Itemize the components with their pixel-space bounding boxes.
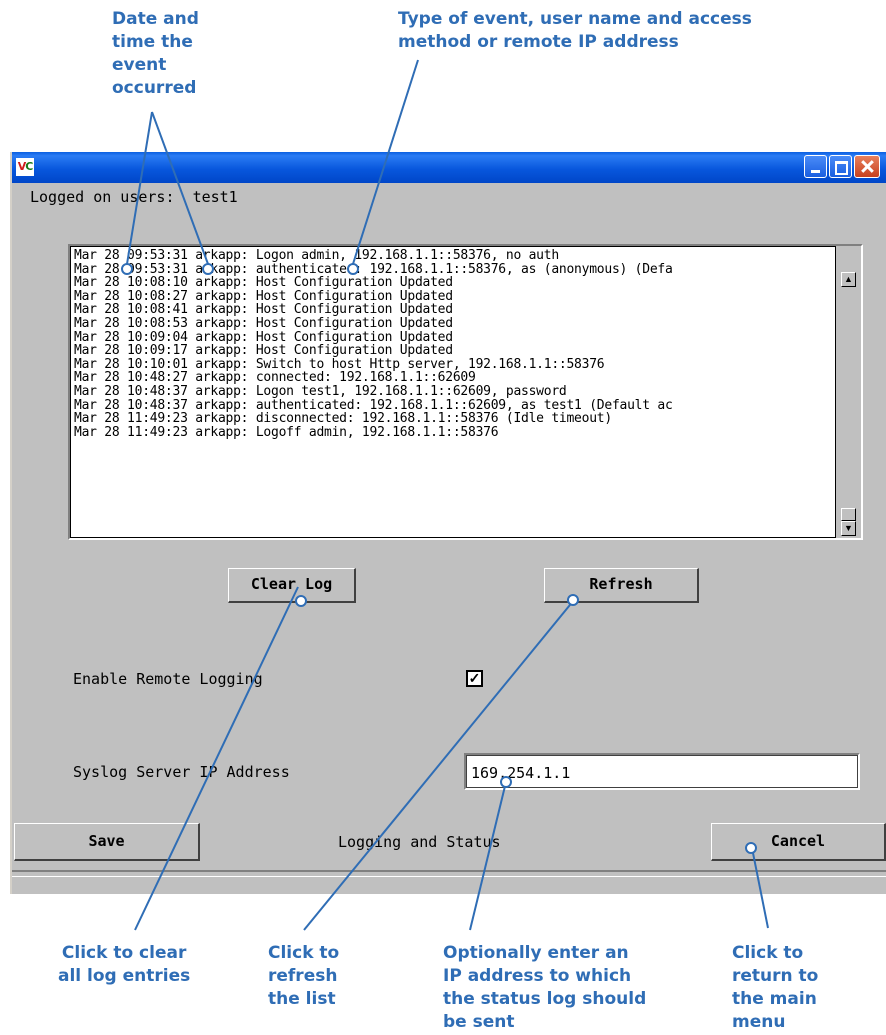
callout-line: Type of event, user name and access — [398, 9, 752, 29]
log-line: Mar 28 11:49:23 arkapp: Logoff admin, 19… — [74, 424, 499, 440]
log-line: Mar 28 10:48:27 arkapp: connected: 192.1… — [74, 370, 476, 386]
callout-line: Optionally enter an — [443, 943, 629, 963]
callout-line: method or remote IP address — [398, 32, 679, 52]
callout-refresh-list: Click to refresh the list — [268, 942, 339, 1011]
maximize-icon[interactable] — [829, 155, 852, 178]
log-text-area[interactable]: Mar 28 09:53:31 arkapp: Logon admin, 192… — [70, 246, 836, 538]
close-icon[interactable] — [854, 155, 880, 178]
syslog-ip-input[interactable]: 169.254.1.1 — [464, 753, 860, 790]
callout-line: be sent — [443, 1012, 515, 1032]
callout-ip-address: Optionally enter an IP address to which … — [443, 942, 646, 1034]
callout-line: all log entries — [58, 966, 191, 986]
scroll-up-icon[interactable]: ▲ — [841, 272, 856, 287]
log-scrollbar[interactable]: ▲ ▼ — [836, 246, 861, 538]
callout-line: the main — [732, 989, 817, 1009]
log-line: Mar 28 10:48:37 arkapp: Logon test1, 192… — [74, 383, 567, 399]
scroll-thumb[interactable] — [841, 508, 856, 521]
callout-line: event — [112, 55, 167, 75]
remote-logging-checkbox[interactable]: ✓ — [466, 670, 483, 687]
title-bar[interactable]: VC — [12, 152, 886, 183]
callout-event-type: Type of event, user name and access meth… — [398, 8, 752, 54]
callout-line: Date and — [112, 9, 199, 29]
callout-line: refresh — [268, 966, 338, 986]
refresh-button[interactable]: Refresh — [544, 568, 699, 603]
log-line: Mar 28 10:08:41 arkapp: Host Configurati… — [74, 302, 453, 318]
callout-clear-all: Click to clear all log entries — [58, 942, 190, 988]
log-line: Mar 28 10:08:53 arkapp: Host Configurati… — [74, 315, 453, 331]
vnc-logo-icon: VC — [16, 158, 34, 176]
enable-remote-logging-label: Enable Remote Logging — [73, 670, 263, 688]
callout-line: occurred — [112, 78, 197, 98]
scroll-down-icon[interactable]: ▼ — [841, 521, 856, 536]
log-line: Mar 28 09:53:31 arkapp: Logon admin, 192… — [74, 248, 559, 263]
callout-line: return to — [732, 966, 819, 986]
page-title: Logging and Status — [338, 833, 501, 851]
logged-on-users: Logged on users: test1 — [30, 188, 238, 206]
callout-date-time: Date and time the event occurred — [112, 8, 199, 100]
log-line: Mar 28 10:08:10 arkapp: Host Configurati… — [74, 275, 453, 291]
log-line: Mar 28 10:09:17 arkapp: Host Configurati… — [74, 343, 453, 359]
log-line: Mar 28 10:48:37 arkapp: authenticated: 1… — [74, 397, 673, 413]
log-line: Mar 28 11:49:23 arkapp: disconnected: 19… — [74, 411, 612, 427]
logged-on-value: test1 — [192, 188, 238, 206]
log-line: Mar 28 10:10:01 arkapp: Switch to host H… — [74, 356, 605, 372]
callout-line: Click to — [732, 943, 804, 963]
log-line: Mar 28 10:08:27 arkapp: Host Configurati… — [74, 288, 453, 304]
logged-on-label: Logged on users: — [30, 188, 175, 206]
event-log[interactable]: Mar 28 09:53:31 arkapp: Logon admin, 192… — [68, 244, 863, 540]
log-line: Mar 28 09:53:31 arkapp: authenticated: 1… — [74, 261, 673, 277]
callout-line: menu — [732, 1012, 786, 1032]
cancel-button[interactable]: Cancel — [711, 823, 886, 861]
callout-return-menu: Click to return to the main menu — [732, 942, 818, 1034]
callout-line: the status log should — [443, 989, 647, 1009]
callout-line: Click to clear — [61, 943, 187, 963]
callout-line: time the — [112, 32, 193, 52]
callout-line: IP address to which — [443, 966, 632, 986]
clear-log-button[interactable]: Clear Log — [228, 568, 356, 603]
vnc-window: VC Logged on users: test1 Mar 28 09:53:3… — [10, 152, 886, 894]
log-line: Mar 28 10:09:04 arkapp: Host Configurati… — [74, 329, 453, 345]
log-lines: Mar 28 09:53:31 arkapp: Logon admin, 192… — [71, 247, 835, 439]
callout-line: the list — [268, 989, 336, 1009]
save-button[interactable]: Save — [14, 823, 200, 861]
syslog-ip-label: Syslog Server IP Address — [73, 763, 290, 781]
callout-line: Click to — [268, 943, 340, 963]
minimize-icon[interactable] — [804, 155, 827, 178]
status-bar — [12, 870, 886, 894]
